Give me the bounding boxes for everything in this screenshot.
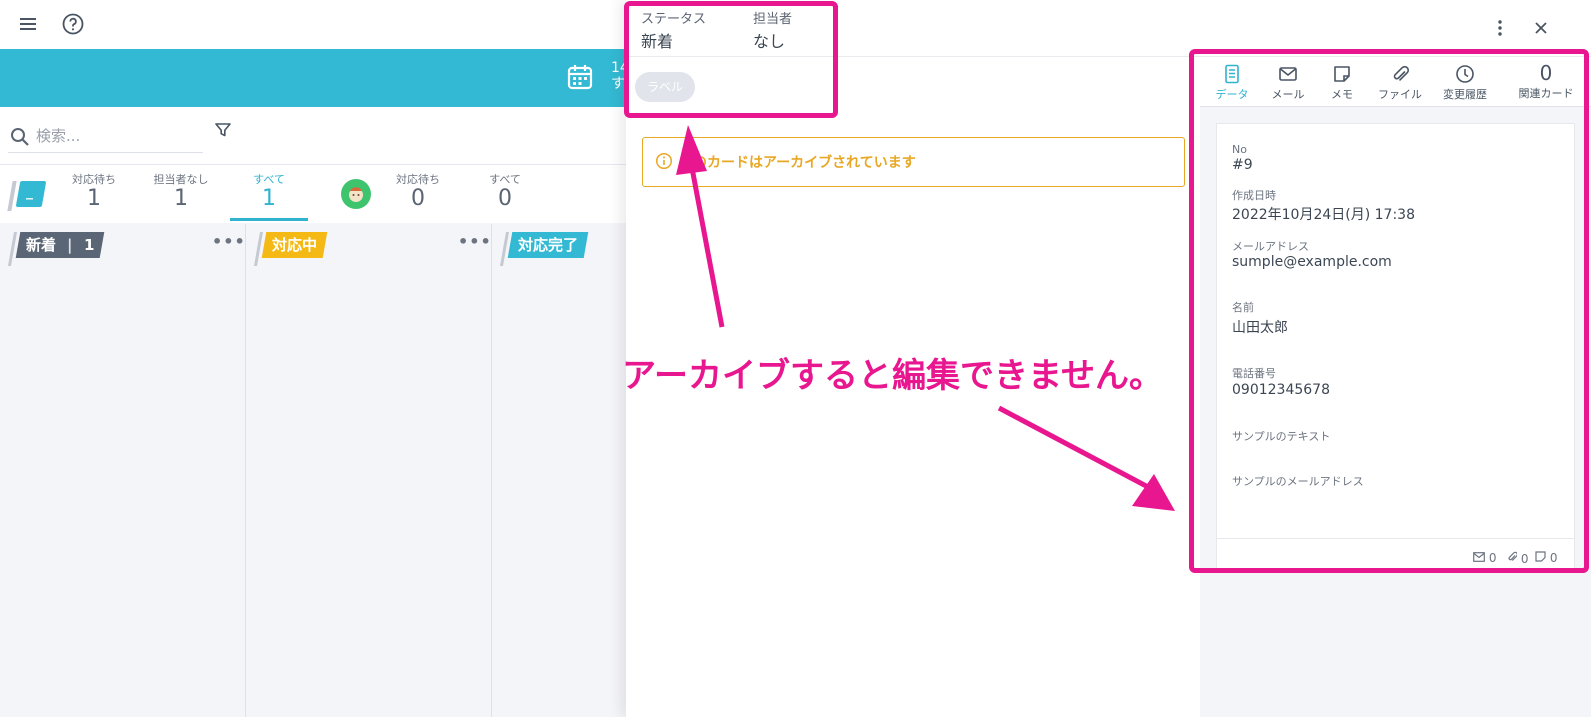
tab-data[interactable]: データ (1200, 61, 1264, 103)
stat-value: 1 (262, 186, 276, 211)
panel-header: ステータス 新着 担当者 なし (626, 0, 1591, 57)
tab-label: メモ (1331, 88, 1353, 101)
stat-all-2[interactable]: すべて 0 (465, 173, 545, 211)
column-more-icon[interactable]: ••• (212, 232, 246, 251)
field-value-no: #9 (1232, 157, 1253, 173)
field-value-created: 2022年10月24日(月) 17:38 (1232, 207, 1415, 223)
stat-waiting-2[interactable]: 対応待ち 0 (378, 173, 458, 211)
more-vertical-icon[interactable] (1488, 16, 1512, 40)
info-icon (655, 152, 673, 174)
stat-value: 0 (411, 186, 425, 211)
kanban-board: 14 す _ 対応待ち 1 担当者なし 1 すべて 1 (0, 0, 626, 717)
group-badge-text: _ (26, 184, 33, 200)
tab-related-cards[interactable]: 0 関連カード (1506, 61, 1586, 103)
stat-waiting[interactable]: 対応待ち 1 (54, 173, 134, 211)
paperclip-icon (1508, 551, 1518, 561)
card-data-pane: データ メール メモ ファイル 変更履歴 0 関連カード No #9 作成日時 … (1200, 57, 1591, 717)
field-label-no: No (1232, 143, 1247, 156)
memo-icon (1334, 66, 1350, 82)
mail-icon (1279, 67, 1297, 81)
column-title: 対応完了 (518, 236, 579, 254)
column-tag[interactable]: 対応完了 (507, 232, 589, 258)
search-input[interactable] (36, 124, 201, 148)
related-count: 0 (1539, 61, 1553, 85)
tab-history[interactable]: 変更履歴 (1433, 61, 1497, 103)
column-more-icon[interactable]: ••• (458, 232, 492, 251)
group-badge[interactable]: _ (7, 181, 47, 211)
date-banner (0, 49, 626, 107)
stat-all[interactable]: すべて 1 (229, 173, 309, 211)
column-in-progress: 対応中 ••• (246, 224, 492, 717)
archive-notice-text: このカードはアーカイブされています (679, 155, 916, 171)
tab-label: 変更履歴 (1443, 88, 1487, 101)
memo-count: 0 (1535, 551, 1557, 565)
mail-count: 0 (1473, 551, 1496, 565)
status-label: ステータス (641, 12, 707, 27)
stat-value: 1 (174, 186, 188, 211)
field-label-phone: 電話番号 (1232, 367, 1276, 380)
file-count-value: 0 (1520, 552, 1529, 566)
paperclip-icon (1393, 65, 1410, 81)
column-tag[interactable]: 対応中 (261, 232, 328, 258)
column-count: 1 (83, 236, 95, 254)
field-label-sample-text: サンプルのテキスト (1232, 430, 1331, 443)
top-toolbar (0, 0, 626, 49)
close-icon[interactable] (1529, 16, 1553, 40)
field-value-email: sumple@example.com (1232, 254, 1392, 270)
stat-label: 担当者なし (153, 173, 209, 186)
calendar-icon[interactable] (566, 63, 594, 95)
search-row (0, 107, 626, 165)
column-tag[interactable]: 新着 | 1 (15, 232, 105, 258)
memo-icon (1535, 551, 1546, 562)
search-icon (10, 127, 30, 151)
help-icon[interactable] (61, 12, 85, 36)
assignee-value[interactable]: なし (753, 28, 785, 52)
view-tabs-row: _ 対応待ち 1 担当者なし 1 すべて 1 対応待ち 0 すべて 0 (0, 165, 626, 223)
tab-label: ファイル (1378, 88, 1422, 101)
card-tabs: データ メール メモ ファイル 変更履歴 0 関連カード (1200, 57, 1591, 107)
stat-label: 対応待ち (72, 173, 116, 186)
document-icon (1225, 64, 1239, 84)
active-tab-underline (230, 218, 308, 221)
archive-notice: このカードはアーカイブされています (642, 137, 1185, 187)
file-count: 0 (1507, 551, 1528, 566)
stat-value: 0 (498, 186, 512, 211)
data-card: No #9 作成日時 2022年10月24日(月) 17:38 メールアドレス … (1216, 123, 1575, 573)
mail-icon (1473, 552, 1485, 562)
assignee-label: 担当者 (753, 12, 793, 27)
field-label-sample-email: サンプルのメールアドレス (1232, 475, 1364, 488)
column-new: 新着 | 1 ••• (0, 224, 246, 717)
field-value-phone: 09012345678 (1232, 382, 1330, 398)
column-title: 対応中 (272, 236, 318, 254)
stat-unassigned[interactable]: 担当者なし 1 (141, 173, 221, 211)
column-done: 対応完了 (492, 224, 626, 717)
annotation-text: アーカイブすると編集できません。 (622, 356, 1163, 396)
status-value[interactable]: 新着 (641, 28, 673, 52)
stat-label: すべて (489, 173, 521, 186)
stat-label: すべて (253, 173, 285, 186)
hamburger-menu-icon[interactable] (16, 12, 40, 36)
stat-value: 1 (87, 186, 101, 211)
tab-label: データ (1215, 88, 1249, 101)
tab-files[interactable]: ファイル (1368, 61, 1432, 103)
field-value-name: 山田太郎 (1232, 320, 1288, 336)
stat-label: 対応待ち (396, 173, 440, 186)
memo-count-value: 0 (1549, 551, 1558, 565)
label-button[interactable]: ラベル (635, 72, 695, 102)
card-footer: 0 0 0 (1217, 538, 1574, 574)
clock-icon (1456, 65, 1474, 83)
search-box (8, 121, 203, 153)
banner-text: 14 す (611, 60, 625, 92)
column-title: 新着 (26, 236, 57, 254)
mail-count-value: 0 (1488, 551, 1497, 565)
tab-memo[interactable]: メモ (1310, 61, 1374, 103)
user-avatar-icon[interactable] (341, 179, 371, 213)
field-label-email: メールアドレス (1232, 240, 1309, 253)
field-label-created: 作成日時 (1232, 189, 1276, 202)
field-label-name: 名前 (1232, 301, 1254, 314)
filter-icon[interactable] (214, 121, 232, 143)
tab-label: 関連カード (1518, 87, 1574, 100)
